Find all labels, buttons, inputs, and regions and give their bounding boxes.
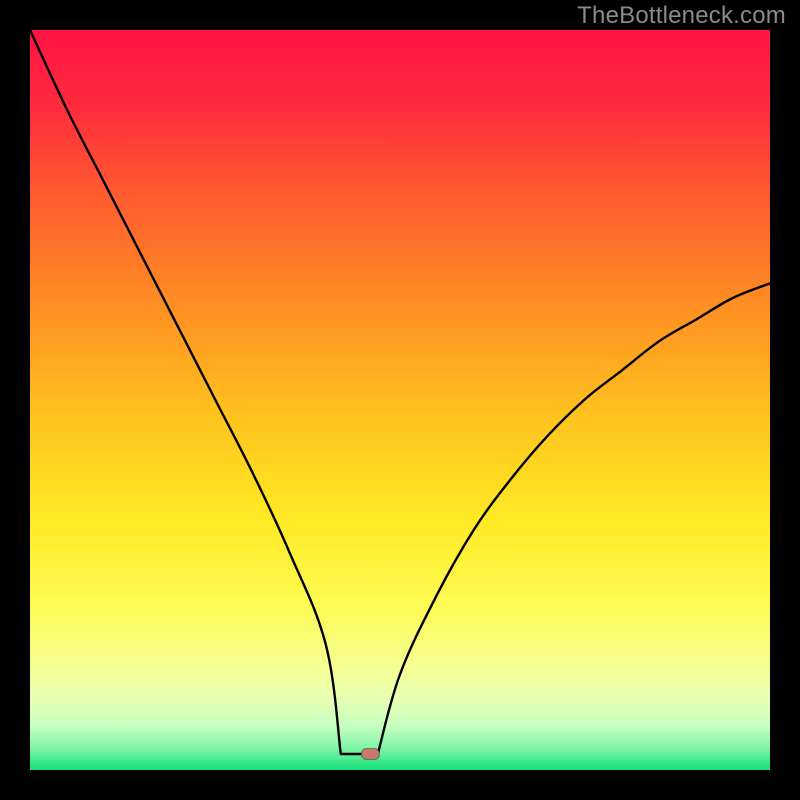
plot-background	[30, 30, 770, 770]
optimal-marker	[361, 749, 379, 760]
chart-frame: TheBottleneck.com	[0, 0, 800, 800]
watermark-text: TheBottleneck.com	[577, 2, 786, 30]
bottleneck-plot	[30, 30, 770, 770]
